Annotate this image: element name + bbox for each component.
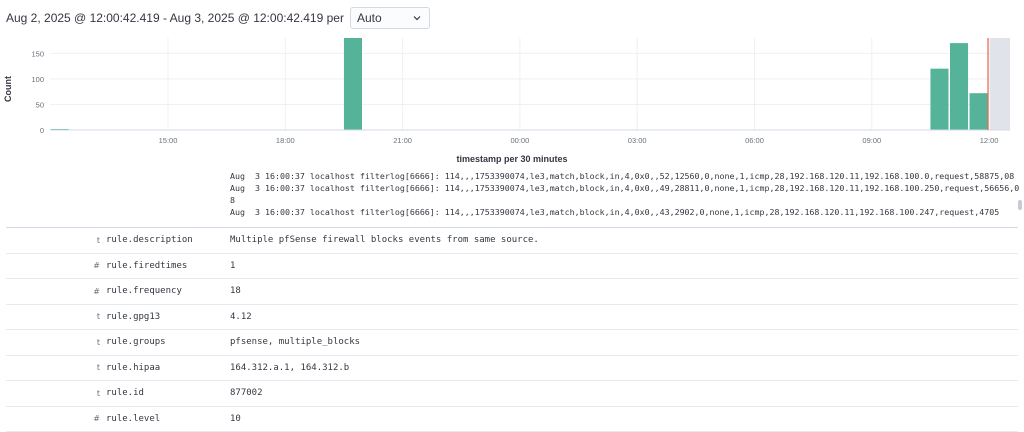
log-line: Aug 3 16:00:37 localhost filterlog[6666]… <box>230 206 1020 218</box>
partial-bucket-shade <box>990 38 1010 130</box>
y-tick-label: 50 <box>36 100 44 109</box>
field-value: 18 <box>230 286 241 296</box>
field-value: pfsense, multiple_blocks <box>230 337 360 347</box>
x-tick-label: 06:00 <box>745 136 764 145</box>
field-type-icon: t <box>6 389 100 398</box>
log-message-box: Aug 3 16:00:37 localhost filterlog[6666]… <box>230 170 1020 225</box>
field-row: t rule.description Multiple pfSense fire… <box>6 228 1018 254</box>
field-value: 1 <box>230 261 235 271</box>
field-type-icon: t <box>6 236 100 245</box>
field-name: rule.level <box>106 414 230 424</box>
interval-value: Auto <box>357 11 382 25</box>
time-range-text: Aug 2, 2025 @ 12:00:42.419 - Aug 3, 2025… <box>6 11 344 25</box>
field-row: # rule.frequency 18 <box>6 279 1018 305</box>
x-tick-label: 12:00 <box>980 136 999 145</box>
field-row: t rule.gpg13 4.12 <box>6 305 1018 331</box>
field-type-icon: # <box>6 287 100 296</box>
field-name: rule.id <box>106 388 230 398</box>
field-type-icon: t <box>6 338 100 347</box>
histogram-svg: 0 50 100 150 15:00 18:00 21:00 00:00 03:00 06:00 0… <box>0 36 1024 166</box>
x-tick-label: 03:00 <box>628 136 647 145</box>
field-name: rule.gpg13 <box>106 312 230 322</box>
field-type-icon: t <box>6 363 100 372</box>
log-line: Aug 3 16:00:37 localhost filterlog[6666]… <box>230 170 1020 182</box>
x-axis-label: timestamp per 30 minutes <box>0 154 1024 164</box>
y-axis-label: Count <box>3 76 13 102</box>
chevron-down-icon <box>411 12 423 24</box>
field-name: rule.hipaa <box>106 363 230 373</box>
field-value: 877002 <box>230 388 263 398</box>
histogram-bar <box>930 69 948 130</box>
histogram-chart: 0 50 100 150 15:00 18:00 21:00 00:00 03:00 06:00 0… <box>0 36 1024 166</box>
field-value: Multiple pfSense firewall blocks events … <box>230 235 539 245</box>
y-tick-label: 150 <box>31 49 44 58</box>
log-scrollbar[interactable] <box>1018 200 1022 210</box>
x-tick-label: 09:00 <box>862 136 881 145</box>
y-tick-label: 0 <box>40 126 44 135</box>
field-row: t rule.groups pfsense, multiple_blocks <box>6 330 1018 356</box>
field-row: t rule.hipaa 164.312.a.1, 164.312.b <box>6 356 1018 382</box>
log-line: Aug 3 16:00:37 localhost filterlog[6666]… <box>230 182 1020 206</box>
x-tick-label: 00:00 <box>511 136 530 145</box>
field-row: t rule.id 877002 <box>6 381 1018 407</box>
y-tick-label: 100 <box>31 75 44 84</box>
field-table: t rule.description Multiple pfSense fire… <box>6 227 1018 432</box>
field-name: rule.description <box>106 235 230 245</box>
field-name: rule.firedtimes <box>106 261 230 271</box>
x-tick-label: 21:00 <box>393 136 412 145</box>
time-range-toolbar: Aug 2, 2025 @ 12:00:42.419 - Aug 3, 2025… <box>0 0 1024 36</box>
x-tick-label: 18:00 <box>276 136 295 145</box>
field-type-icon: t <box>6 312 100 321</box>
field-type-icon: # <box>6 414 100 423</box>
histogram-bar <box>344 38 362 130</box>
field-value: 164.312.a.1, 164.312.b <box>230 363 349 373</box>
field-value: 10 <box>230 414 241 424</box>
field-value: 4.12 <box>230 312 252 322</box>
interval-select[interactable]: Auto <box>350 7 430 29</box>
field-name: rule.frequency <box>106 286 230 296</box>
field-row: # rule.firedtimes 1 <box>6 254 1018 280</box>
field-name: rule.groups <box>106 337 230 347</box>
x-tick-label: 15:00 <box>159 136 178 145</box>
field-row: # rule.level 10 <box>6 407 1018 432</box>
histogram-bar <box>950 43 968 130</box>
histogram-bar <box>970 93 988 130</box>
field-type-icon: # <box>6 261 100 270</box>
